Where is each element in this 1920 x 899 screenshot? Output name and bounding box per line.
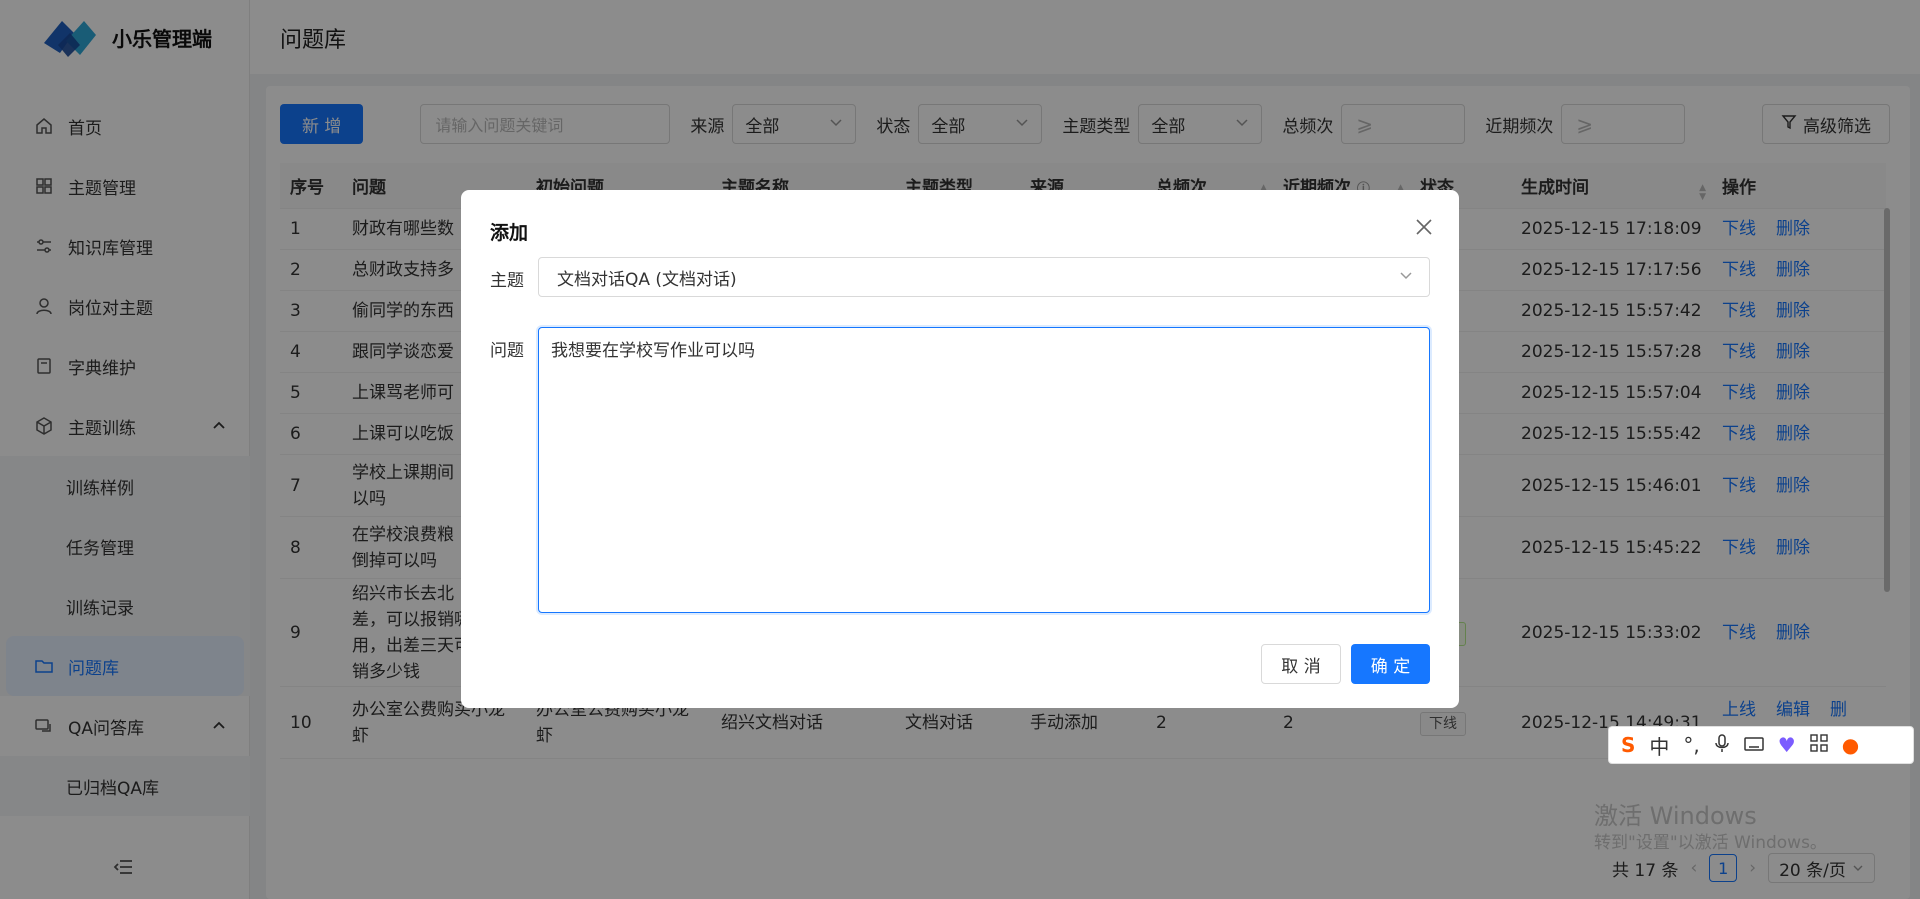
keyboard-icon[interactable] — [1744, 733, 1764, 757]
question-textarea[interactable]: 我想要在学校写作业可以吗 — [538, 327, 1430, 613]
cancel-button[interactable]: 取 消 — [1261, 644, 1341, 684]
close-icon[interactable] — [1413, 216, 1435, 238]
topic-select-value: 文档对话QA (文档对话) — [557, 269, 737, 290]
question-label: 问题 — [490, 341, 524, 361]
chevron-down-icon — [1399, 267, 1413, 287]
mascot-icon[interactable]: ● — [1842, 733, 1859, 757]
punctuation-icon[interactable]: °, — [1683, 733, 1699, 757]
dialog-title: 添加 — [490, 222, 529, 244]
skin-icon[interactable]: ♥ — [1778, 733, 1796, 757]
add-dialog: 添加 主题 文档对话QA (文档对话) 问题 我想要在学校写作业可以吗 取 消 … — [461, 190, 1459, 708]
confirm-button[interactable]: 确 定 — [1351, 644, 1430, 684]
topic-label: 主题 — [490, 271, 524, 291]
apps-grid-icon[interactable] — [1810, 733, 1828, 757]
ime-toolbar: S 中 °, ♥ ● — [1608, 726, 1914, 764]
sogou-logo-icon[interactable]: S — [1621, 733, 1635, 757]
ime-mode-toggle[interactable]: 中 — [1649, 731, 1669, 760]
microphone-icon[interactable] — [1714, 733, 1730, 758]
topic-select[interactable]: 文档对话QA (文档对话) — [538, 257, 1430, 297]
